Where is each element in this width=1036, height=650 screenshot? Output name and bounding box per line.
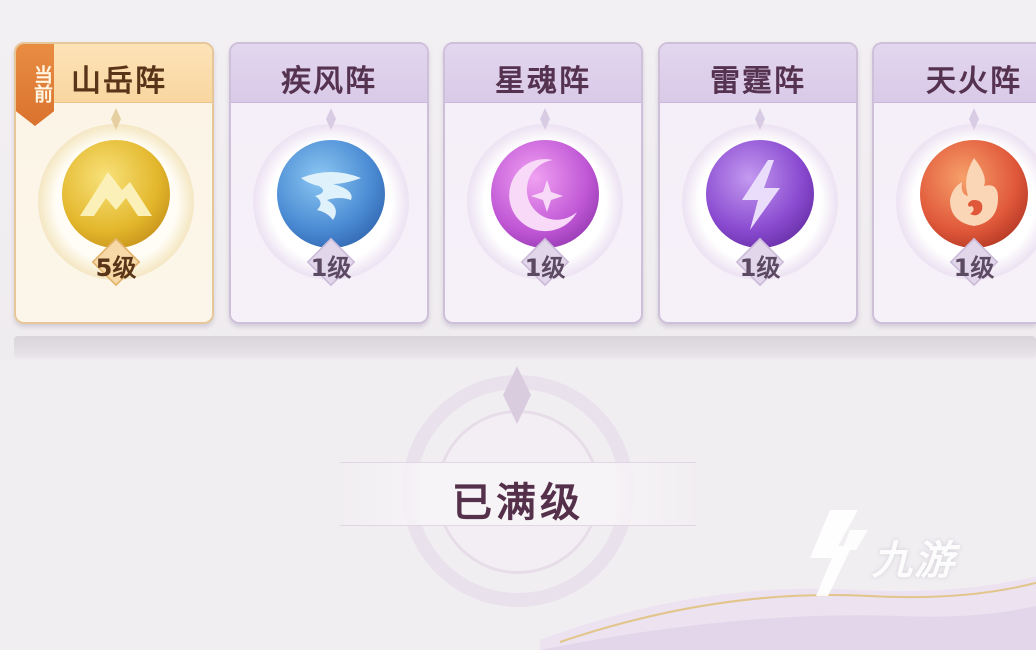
current-ribbon: 当前: [16, 44, 54, 126]
level-text: 1级: [953, 254, 995, 282]
formation-card-thunder[interactable]: 雷霆阵 1级: [658, 42, 858, 324]
formation-name: 雷霆阵: [710, 64, 806, 99]
fire-icon: [918, 138, 1030, 250]
wind-icon: [275, 138, 387, 250]
level-badge: 1级: [520, 237, 570, 287]
level-badge: 5级: [91, 237, 141, 287]
level-badge: 1级: [949, 237, 999, 287]
star-moon-icon: [489, 138, 601, 250]
formation-card-mountain[interactable]: 当前 山岳阵 5级: [14, 42, 214, 324]
mountain-icon: [60, 138, 172, 250]
formation-card-fire[interactable]: 天火阵 1级: [872, 42, 1036, 324]
level-badge: 1级: [735, 237, 785, 287]
formation-card-star[interactable]: 星魂阵 1级: [443, 42, 643, 324]
level-text: 1级: [524, 254, 566, 282]
panel-divider: [14, 336, 1036, 358]
watermark-text: 九游: [872, 537, 956, 584]
formation-name: 星魂阵: [495, 64, 591, 99]
max-level-status: 已满级: [452, 479, 584, 526]
formation-name: 疾风阵: [281, 64, 377, 99]
lightning-icon: [704, 138, 816, 250]
level-text: 5级: [95, 254, 137, 282]
formation-card-wind[interactable]: 疾风阵 1级: [229, 42, 429, 324]
formation-name: 天火阵: [926, 64, 1022, 99]
level-text: 1级: [739, 254, 781, 282]
current-badge-text: 当前: [31, 65, 53, 103]
level-text: 1级: [310, 254, 352, 282]
level-badge: 1级: [306, 237, 356, 287]
